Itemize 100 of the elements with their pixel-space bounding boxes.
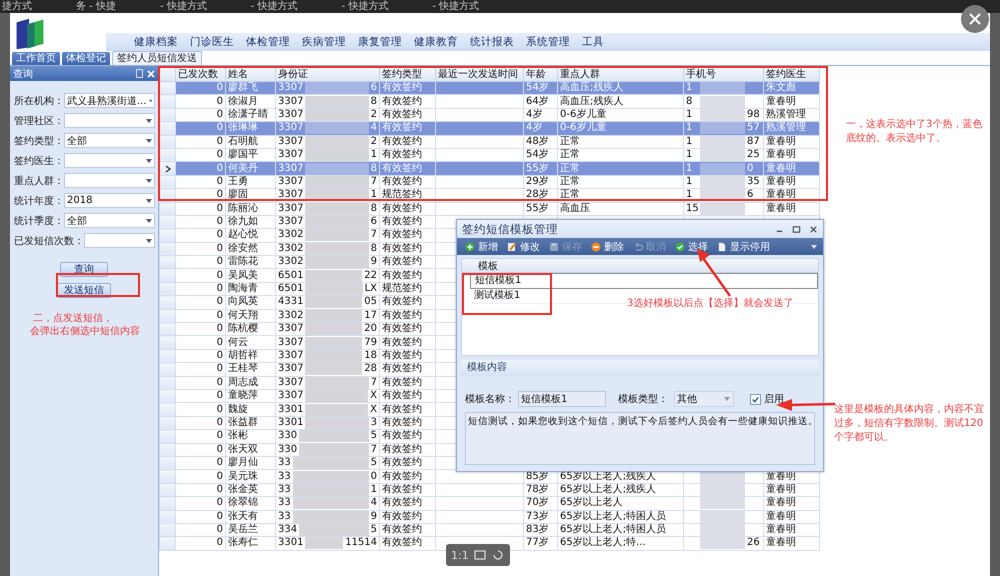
menu-item[interactable]: 健康档案: [134, 35, 190, 49]
table-cell: 0: [176, 470, 226, 484]
table-cell: 3307: [278, 350, 304, 362]
table-cell: 28: [364, 363, 377, 376]
table-cell: 3301: [278, 404, 304, 416]
dropdown-field[interactable]: 其他: [674, 391, 734, 407]
dropdown-field[interactable]: [84, 233, 155, 248]
table-cell: 3307: [278, 390, 304, 402]
dropdown-field[interactable]: [64, 113, 155, 128]
table-cell: 雷陈花: [226, 256, 276, 269]
toolbar-button[interactable]: 删除: [589, 240, 626, 254]
table-cell: 1: [370, 484, 377, 496]
menu-item[interactable]: 健康教育: [414, 35, 470, 49]
tab[interactable]: 体检登记: [62, 52, 110, 65]
table-cell: 向凤英: [226, 296, 276, 310]
field-label: 所在机构：: [14, 94, 64, 108]
toolbar-button[interactable]: 显示停用: [715, 240, 772, 254]
menu-item[interactable]: 统计报表: [470, 35, 526, 49]
dropdown-field[interactable]: 全部: [64, 133, 155, 148]
desktop-shortcut-label: - 快捷方式: [250, 0, 298, 12]
blurred-block: [305, 162, 369, 175]
table-cell: 7: [370, 176, 377, 188]
menu-item[interactable]: 门诊医生: [190, 35, 246, 49]
dropdown-field[interactable]: 武义县熟溪街道...: [64, 93, 155, 108]
rotate-icon[interactable]: [490, 548, 505, 562]
table-cell: 有效签约: [380, 523, 436, 537]
table-cell: 4: [370, 122, 377, 134]
table-cell-text: 8: [686, 96, 694, 108]
close-icon[interactable]: [960, 4, 990, 34]
table-cell: 有效签约: [380, 122, 436, 136]
field-label: 已发短信次数：: [14, 234, 84, 248]
tab[interactable]: 工作首页: [12, 52, 60, 65]
field-label: 模板类型：: [618, 392, 668, 406]
table-cell: 张彬: [226, 430, 276, 444]
table-cell: 0-6岁儿童: [560, 122, 606, 134]
maximize-icon[interactable]: [792, 224, 801, 234]
text-area[interactable]: 短信测试，如果您收到这个短信，测试下今后签约人员会有一些健康知识推送。: [466, 413, 820, 430]
menu-item[interactable]: 工具: [582, 35, 638, 49]
table-cell: 有效签约: [380, 309, 436, 323]
table-cell: 8: [370, 162, 377, 175]
caret-icon[interactable]: [811, 244, 817, 248]
checkbox[interactable]: [750, 394, 761, 404]
table-cell: 0: [176, 389, 226, 403]
table-cell: 2: [370, 108, 377, 121]
toolbar-button[interactable]: 修改: [505, 240, 542, 254]
list-item[interactable]: 短信模板1: [475, 274, 522, 288]
close-icon[interactable]: [809, 224, 818, 234]
caret-icon: [146, 198, 152, 202]
table-cell: 0: [176, 215, 226, 229]
table-cell: 70岁: [526, 497, 549, 508]
table-cell: 54岁: [526, 82, 549, 94]
table-cell: 334: [278, 524, 298, 536]
check-icon: [675, 242, 685, 252]
table-cell: 徐九如: [226, 215, 276, 229]
pin-icon[interactable]: [136, 69, 143, 78]
table-cell: 0-6岁儿童: [560, 108, 606, 120]
blurred-block: [305, 404, 368, 416]
dropdown-field[interactable]: 全部: [64, 213, 155, 228]
table-cell: 廖固: [226, 188, 276, 202]
menu-item[interactable]: 康复管理: [358, 35, 414, 49]
table-cell: 有效签约: [380, 336, 436, 350]
blurred-block: [305, 350, 362, 362]
table-cell: 高血压: [560, 202, 590, 214]
dropdown-field[interactable]: 2018: [64, 193, 155, 208]
table-cell: 6501: [278, 283, 304, 296]
menu-item[interactable]: 疾病管理: [302, 35, 358, 49]
field-label: 统计年度：: [14, 194, 64, 208]
desktop-shortcut-label: 捷方式: [2, 0, 32, 12]
page-icon: [717, 242, 727, 252]
blurred-block: [305, 390, 368, 402]
dialog-title: 签约短信模板管理: [462, 222, 558, 236]
table-cell: 张益群: [226, 416, 276, 430]
dropdown-field[interactable]: [64, 173, 155, 188]
table-cell: 正常: [560, 189, 580, 200]
toolbar-button[interactable]: 新增: [463, 240, 500, 254]
table-cell: 吴岳兰: [226, 523, 276, 537]
logo-icon: [14, 17, 46, 51]
table-cell: 陶海青: [226, 282, 276, 296]
section-header: 模板内容: [461, 360, 819, 376]
annotation-text: 一，这表示选中了3个热，蓝色底纹的。表示选中了。: [846, 118, 984, 146]
table-cell: 有效签约: [380, 296, 436, 310]
table-cell: 有效签约: [380, 376, 436, 390]
menu-item[interactable]: 系统管理: [526, 35, 582, 49]
fit-icon[interactable]: [472, 548, 487, 562]
table-cell: 有效签约: [380, 456, 436, 470]
blurred-block: [305, 283, 363, 296]
table-cell: 3302: [278, 256, 304, 268]
table-cell: 有效签约: [380, 322, 436, 336]
table-cell: 4: [370, 497, 377, 510]
table-cell: 童春明: [766, 202, 796, 214]
table-cell: 高血压;残疾人: [560, 96, 624, 107]
menu-item[interactable]: 体检管理: [246, 35, 302, 49]
table-cell: 0: [176, 443, 226, 456]
zoom-button[interactable]: 1:1: [451, 548, 469, 562]
dropdown-field[interactable]: [64, 153, 155, 168]
tab[interactable]: 签约人员短信发送: [112, 51, 202, 65]
input-field[interactable]: 短信模板1: [518, 391, 606, 407]
list-item[interactable]: 测试模板1: [474, 289, 520, 303]
table-cell-text: 0: [747, 162, 754, 175]
table-cell: 0: [176, 122, 226, 136]
